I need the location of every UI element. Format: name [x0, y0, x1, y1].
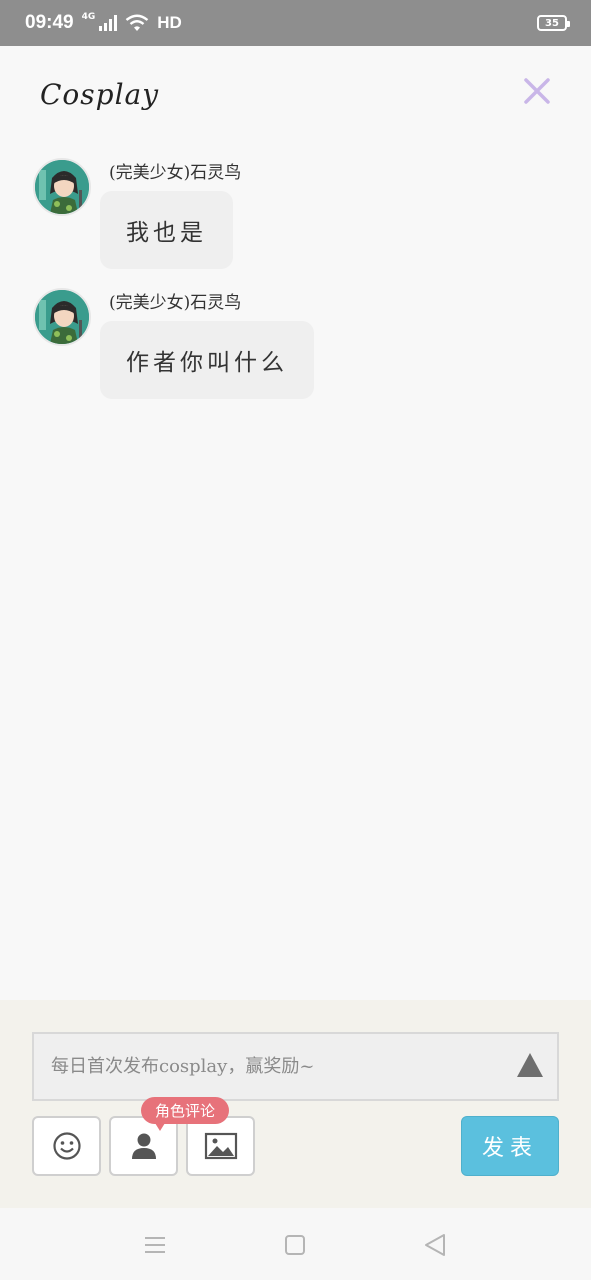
- role-comment-button[interactable]: [109, 1116, 178, 1176]
- image-icon: [204, 1132, 237, 1160]
- message-bubble: 我也是: [100, 191, 233, 269]
- hd-indicator: HD: [157, 13, 182, 32]
- close-icon[interactable]: [520, 74, 554, 108]
- message-text: 作者你叫什么: [126, 350, 288, 376]
- person-icon: [131, 1133, 156, 1159]
- triangle-up-icon[interactable]: [515, 1050, 545, 1080]
- network-type: 4G: [81, 12, 96, 22]
- role-comment-tooltip: 角色评论: [141, 1097, 230, 1131]
- emoji-button[interactable]: [32, 1116, 101, 1176]
- avatar-image: [35, 160, 89, 214]
- publish-button[interactable]: 发表: [461, 1116, 559, 1176]
- status-left: 09:49 4G HD: [25, 12, 182, 34]
- avatar[interactable]: [33, 288, 91, 346]
- composer-panel: 角色评论 发表: [0, 1000, 591, 1208]
- message-bubble: 作者你叫什么: [100, 321, 314, 399]
- sender-name: (完美少女)石灵鸟: [109, 163, 242, 183]
- publish-label: 发表: [481, 1136, 538, 1161]
- sender-name: (完美少女)石灵鸟: [109, 293, 242, 313]
- wifi-icon: [126, 14, 149, 31]
- status-time: 09:49: [25, 12, 74, 33]
- signal-icon: [99, 15, 118, 31]
- avatar-image: [35, 290, 89, 344]
- comment-input-box: [32, 1032, 559, 1101]
- message-text: 我也是: [126, 220, 207, 246]
- back-triangle-icon[interactable]: [420, 1230, 450, 1260]
- avatar[interactable]: [33, 158, 91, 216]
- comment-input[interactable]: [34, 1034, 504, 1099]
- image-button[interactable]: [186, 1116, 255, 1176]
- menu-icon[interactable]: [140, 1230, 170, 1260]
- emoji-icon: [52, 1132, 81, 1160]
- home-square-icon[interactable]: [280, 1230, 310, 1260]
- page-title: Cosplay: [40, 78, 160, 111]
- battery-icon: 35: [537, 15, 570, 31]
- system-nav-bar: [0, 1208, 591, 1280]
- battery-level: 35: [545, 17, 559, 29]
- status-bar: 09:49 4G HD 35: [0, 0, 591, 46]
